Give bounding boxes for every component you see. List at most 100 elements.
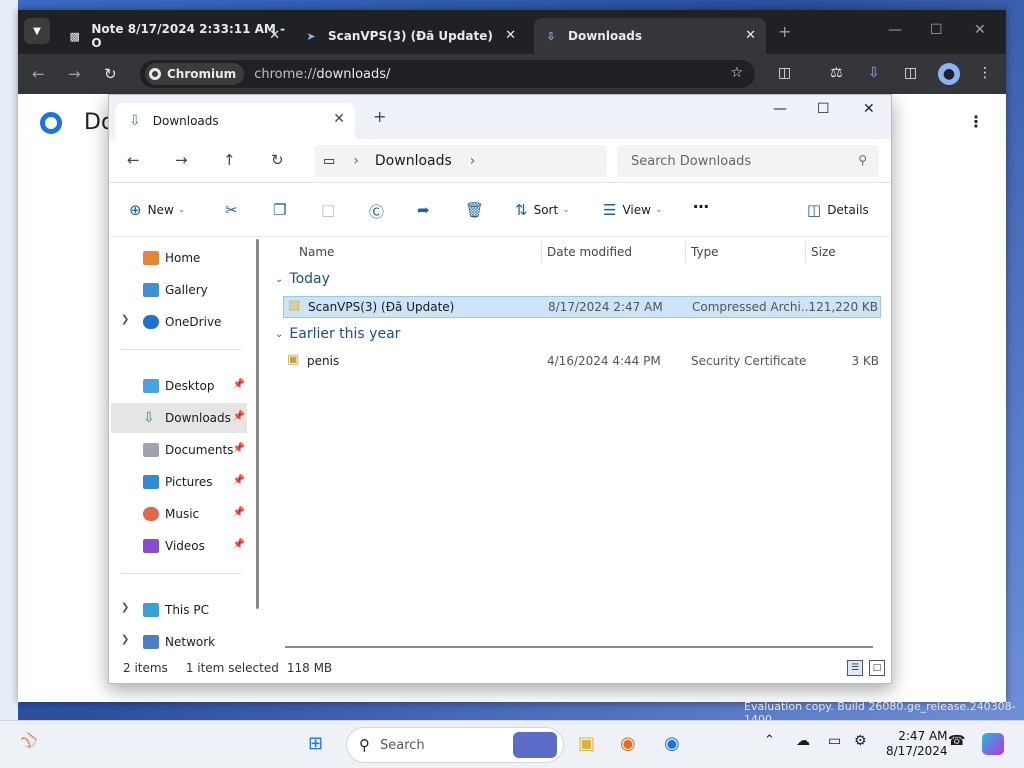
search-placeholder: Search Downloads <box>631 153 752 169</box>
star-icon[interactable]: ☆ <box>730 65 743 81</box>
view-button[interactable]: ☰ View ⌄ <box>603 201 662 219</box>
back-button[interactable]: ← <box>32 65 45 83</box>
horizontal-scrollbar[interactable] <box>285 646 873 648</box>
sort-label: Sort <box>533 203 559 217</box>
group-earlier-this-year[interactable]: ⌄ Earlier this year <box>275 326 400 342</box>
share-button[interactable]: ➦ <box>417 201 436 219</box>
side-panel-icon[interactable]: ◫ <box>904 65 917 81</box>
chromium-logo <box>40 112 62 134</box>
column-header-name[interactable]: Name <box>299 241 334 263</box>
up-button[interactable]: ↑ <box>223 151 236 169</box>
breadcrumb[interactable]: ▭ › Downloads › <box>315 145 607 177</box>
file-explorer-icon[interactable]: ▣ <box>578 733 595 754</box>
refresh-button[interactable]: ↻ <box>271 151 284 169</box>
column-header-date[interactable]: Date modified <box>547 241 632 263</box>
menu-icon[interactable]: ⋮ <box>978 65 992 81</box>
minimize-button[interactable]: — <box>773 101 787 117</box>
address-bar[interactable]: Chromium chrome://downloads/ ☆ <box>140 60 755 88</box>
extensions-icon[interactable]: ◫ <box>778 65 791 81</box>
cut-button[interactable]: ✂ <box>225 201 244 219</box>
settings-icon[interactable]: ⚙ <box>854 733 867 749</box>
nav-item-gallery[interactable]: Gallery <box>111 275 247 305</box>
forward-button[interactable]: → <box>175 151 188 169</box>
nav-item-pictures[interactable]: Pictures 📌 <box>111 467 247 497</box>
tiles-view-button[interactable]: □ <box>869 660 885 676</box>
profile-avatar[interactable]: ● <box>938 63 960 85</box>
copilot-icon[interactable] <box>982 733 1004 755</box>
close-window-button[interactable]: ✕ <box>863 101 875 117</box>
download-icon: ⇩ <box>546 29 556 43</box>
new-tab-button[interactable]: + <box>778 22 791 41</box>
back-button[interactable]: ← <box>127 151 140 169</box>
chevron-up-icon[interactable]: ⌃ <box>764 733 775 748</box>
breadcrumb-downloads[interactable]: Downloads <box>375 153 452 169</box>
group-today[interactable]: ⌄ Today <box>275 271 330 287</box>
tab-downloads[interactable]: ⇩ Downloads ✕ <box>534 18 766 54</box>
file-name: penis <box>307 354 340 368</box>
column-divider[interactable] <box>541 241 542 263</box>
reload-button[interactable]: ↻ <box>104 65 117 83</box>
taskbar-search[interactable]: ⚲ Search <box>346 727 564 763</box>
certificate-icon: ▣ <box>287 352 300 367</box>
browser-toolbar: ← → ↻ Chromium chrome://downloads/ ☆ ◫ ⚖… <box>18 54 1006 94</box>
nav-item-music[interactable]: Music 📌 <box>111 499 247 529</box>
notification-bell-icon[interactable]: ☎ <box>948 733 965 749</box>
details-button[interactable]: ◫ Details <box>807 201 869 219</box>
start-button[interactable]: ⊞ <box>308 733 323 754</box>
chevron-right-icon[interactable]: ❯ <box>121 602 129 613</box>
copy-button[interactable]: ❐ <box>273 201 292 219</box>
firefox-icon[interactable]: ◉ <box>620 733 636 754</box>
labs-icon[interactable]: ⚖ <box>830 65 843 81</box>
more-options-icon[interactable]: ⋯ <box>693 197 709 216</box>
site-info-chip[interactable]: Chromium <box>145 63 245 85</box>
minimize-button[interactable]: — <box>888 22 902 38</box>
clock[interactable]: 2:47 AM 8/17/2024 <box>886 729 948 759</box>
tab-note[interactable]: ▩ Note 8/17/2024 2:33:11 AM - O ✕ <box>58 18 290 54</box>
close-icon[interactable]: ✕ <box>333 111 345 127</box>
file-row[interactable]: ▧ ScanVPS(3) (Đã Update) 8/17/2024 2:47 … <box>283 296 881 318</box>
column-header-size[interactable]: Size <box>811 241 836 263</box>
nav-item-videos[interactable]: Videos 📌 <box>111 531 247 561</box>
nav-item-home[interactable]: Home <box>111 243 247 273</box>
chevron-right-icon[interactable]: ❯ <box>121 634 129 645</box>
maximize-button[interactable]: ☐ <box>817 101 830 117</box>
more-options-icon[interactable]: ⋮ <box>968 112 984 131</box>
paste-icon: □ <box>321 201 336 219</box>
desktop-edge <box>0 0 18 720</box>
nav-label: Network <box>165 635 216 649</box>
nav-item-downloads[interactable]: ⇩ Downloads 📌 <box>111 403 247 433</box>
sort-button[interactable]: ⇅ Sort ⌄ <box>515 201 570 219</box>
chromium-icon[interactable]: ◉ <box>664 733 680 754</box>
maximize-button[interactable]: ☐ <box>930 22 943 38</box>
search-input[interactable]: Search Downloads ⚲ <box>617 145 879 177</box>
column-header-type[interactable]: Type <box>691 241 719 263</box>
rename-button[interactable]: Ⓒ <box>369 201 390 222</box>
file-type: Compressed Archi... <box>692 300 813 314</box>
close-icon[interactable]: ✕ <box>745 28 756 43</box>
nav-item-documents[interactable]: Documents 📌 <box>111 435 247 465</box>
explorer-tab-downloads[interactable]: ⇩ Downloads ✕ <box>115 103 355 139</box>
delete-button[interactable]: 🗑 <box>465 201 490 219</box>
new-tab-button[interactable]: + <box>373 107 386 126</box>
file-row[interactable]: ▣ penis 4/16/2024 4:44 PM Security Certi… <box>283 351 881 373</box>
column-divider[interactable] <box>685 241 686 263</box>
close-window-button[interactable]: ✕ <box>974 22 986 38</box>
tab-search-button[interactable]: ▼ <box>24 18 50 44</box>
nav-item-this-pc[interactable]: ❯ This PC <box>111 595 247 625</box>
new-button[interactable]: ⊕ New ⌄ <box>129 201 185 219</box>
column-divider[interactable] <box>805 241 806 263</box>
nav-scrollbar[interactable] <box>256 239 259 609</box>
display-icon[interactable]: ▭ <box>828 733 841 749</box>
network-off-icon[interactable]: ☁ <box>796 733 810 749</box>
tab-scanvps[interactable]: ➤ ScanVPS(3) (Đã Update) ✕ <box>294 18 526 54</box>
weather-widget-icon[interactable]: ⚾ <box>20 733 37 749</box>
chevron-down-icon: ⌄ <box>275 328 284 340</box>
nav-item-onedrive[interactable]: ❯ OneDrive <box>111 307 247 337</box>
details-view-button[interactable]: ☰ <box>847 660 863 676</box>
forward-button[interactable]: → <box>68 65 81 83</box>
close-icon[interactable]: ✕ <box>269 28 280 43</box>
chevron-right-icon[interactable]: ❯ <box>121 314 129 325</box>
nav-item-desktop[interactable]: Desktop 📌 <box>111 371 247 401</box>
close-icon[interactable]: ✕ <box>505 28 516 43</box>
downloads-icon[interactable]: ⇩ <box>868 65 880 81</box>
